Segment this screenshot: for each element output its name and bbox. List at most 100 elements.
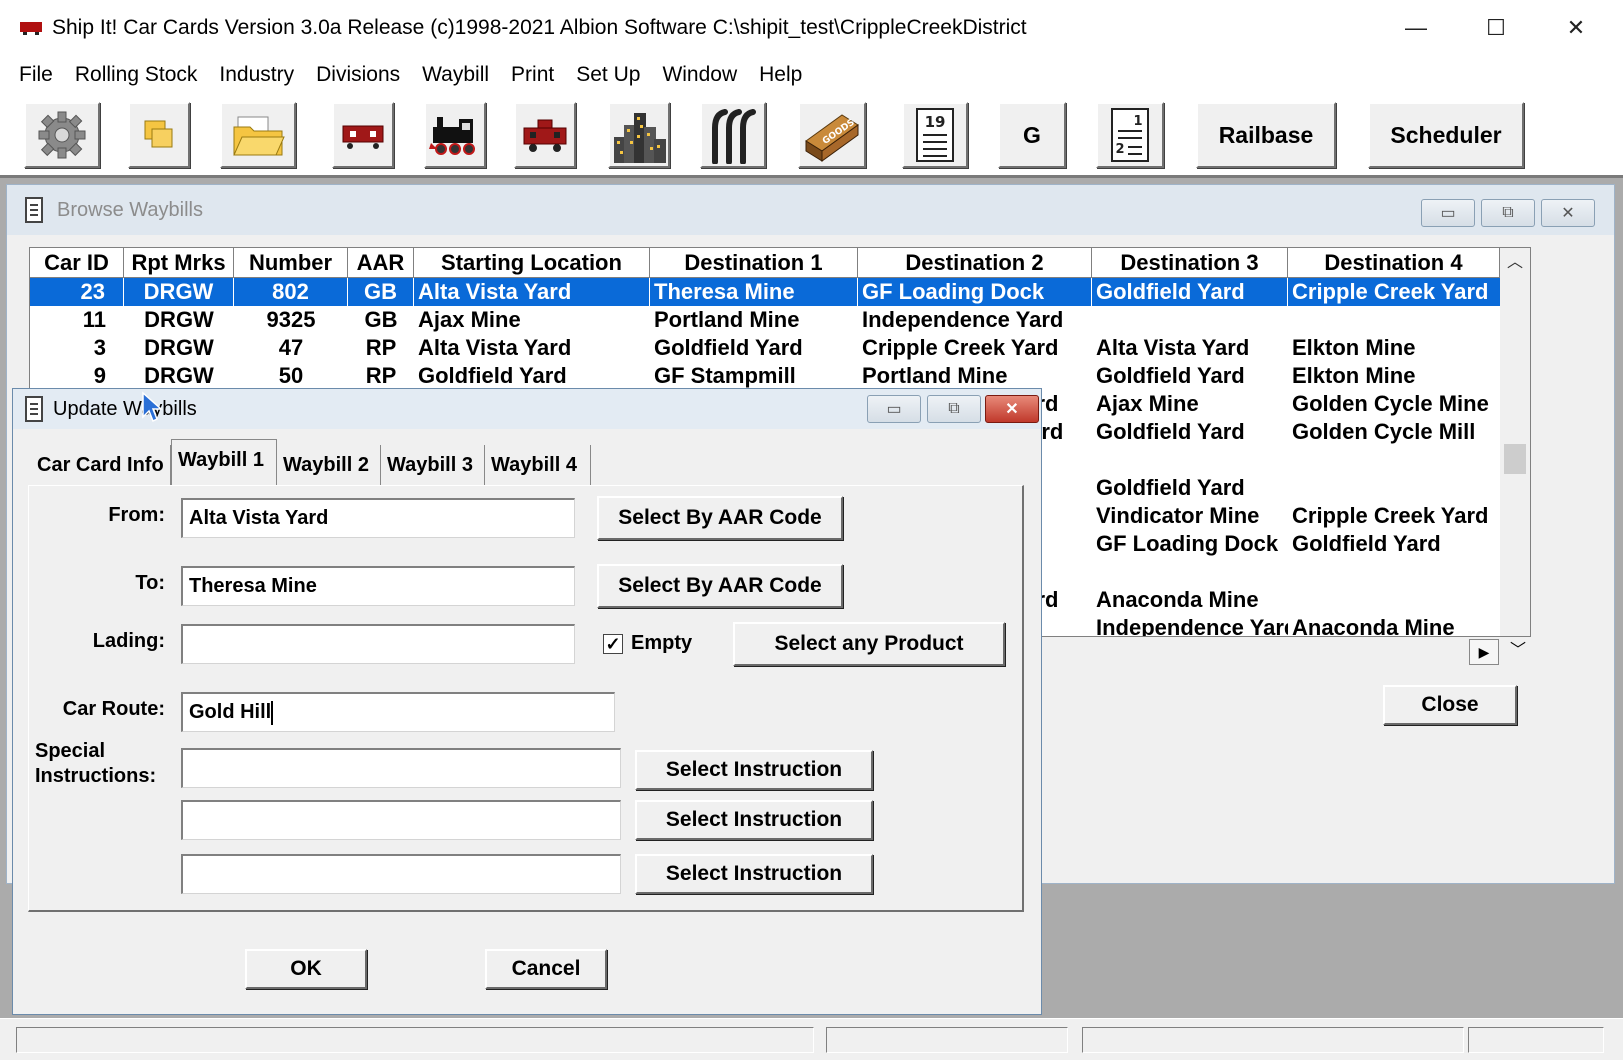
menu-waybill[interactable]: Waybill	[411, 56, 500, 94]
select-instruction-button-2[interactable]: Select Instruction	[635, 800, 873, 840]
car-route-field[interactable]: Gold Hill	[181, 692, 615, 732]
rolling-stock-button[interactable]	[332, 102, 394, 168]
ok-button[interactable]: OK	[245, 949, 367, 989]
minimize-button[interactable]: —	[1376, 0, 1456, 56]
from-field[interactable]: Alta Vista Yard	[181, 498, 575, 538]
table-cell: 9	[93, 363, 106, 388]
browse-minimize-button[interactable]: ▭	[1421, 199, 1475, 227]
tracks-button[interactable]	[700, 102, 766, 168]
g-button[interactable]: G	[998, 102, 1066, 168]
close-window-button[interactable]: ✕	[1536, 0, 1616, 56]
column-header-destination-4[interactable]: Destination 4	[1288, 248, 1500, 278]
table-cell: RP	[365, 363, 397, 388]
table-cell: Goldfield Yard	[1096, 363, 1245, 388]
table-cell: Anaconda Mine	[1292, 615, 1455, 637]
table-cell: RP	[365, 335, 397, 360]
instruction-field-3[interactable]	[181, 854, 621, 894]
calendar-button[interactable]: 19	[902, 102, 968, 168]
browse-close-dialog-button[interactable]: Close	[1383, 685, 1517, 725]
to-field[interactable]: Theresa Mine	[181, 566, 575, 606]
empty-checkbox[interactable]: ✓	[603, 634, 623, 654]
menu-help[interactable]: Help	[748, 56, 813, 94]
g-label: G	[1023, 121, 1041, 148]
column-header-number[interactable]: Number	[234, 248, 348, 278]
doc-number-1: 1	[1133, 114, 1142, 129]
instruction-field-2[interactable]	[181, 800, 621, 840]
column-header-rpt-mrks[interactable]: Rpt Mrks	[124, 248, 234, 278]
table-cell: Portland Mine	[862, 363, 1008, 388]
maximize-button[interactable]: ☐	[1456, 0, 1536, 56]
table-row[interactable]: 9 DRGW 50 RP Goldfield Yard GF Stampmill Portl…	[30, 362, 1500, 390]
update-restore-button[interactable]: ⧉	[927, 395, 981, 423]
column-header-car-id[interactable]: Car ID	[30, 248, 124, 278]
column-header-starting-location[interactable]: Starting Location	[414, 248, 650, 278]
select-instruction-button-3[interactable]: Select Instruction	[635, 854, 873, 894]
browse-waybills-title: Browse Waybills	[57, 198, 203, 221]
scheduler-button[interactable]: Scheduler	[1368, 102, 1524, 168]
menu-print[interactable]: Print	[500, 56, 565, 94]
menu-divisions[interactable]: Divisions	[305, 56, 411, 94]
column-header-destination-1[interactable]: Destination 1	[650, 248, 858, 278]
cabooses-button[interactable]	[514, 102, 576, 168]
text-cursor	[271, 700, 274, 725]
table-cell: Cripple Creek Yard	[862, 335, 1059, 360]
industries-button[interactable]	[608, 102, 670, 168]
scroll-up-icon[interactable]: ︿	[1500, 248, 1530, 278]
tab-waybill-2[interactable]: Waybill 2	[277, 445, 381, 485]
table-cell: 23	[30, 278, 124, 306]
table-row[interactable]: 11 DRGW 9325 GB Ajax Mine Portland Mine Indepe…	[30, 306, 1500, 334]
table-row[interactable]: 3 DRGW 47 RP Alta Vista Yard Goldfield Yard Cr…	[30, 334, 1500, 362]
table-cell	[1288, 586, 1500, 614]
table-cell: Alta Vista Yard	[418, 335, 572, 360]
vertical-scrollbar[interactable]: ︿	[1500, 248, 1530, 636]
browse-close-button[interactable]: ✕	[1541, 199, 1595, 227]
railbase-button[interactable]: Railbase	[1196, 102, 1336, 168]
table-cell: 11	[82, 307, 106, 332]
copy-button[interactable]	[128, 102, 190, 168]
status-panel-1	[16, 1027, 814, 1053]
tab-waybill-1[interactable]: Waybill 1	[171, 439, 277, 485]
update-minimize-button[interactable]: ▭	[867, 395, 921, 423]
menu-file[interactable]: File	[8, 56, 64, 94]
table-cell	[1288, 474, 1500, 502]
settings-button[interactable]	[24, 102, 100, 168]
open-button[interactable]	[220, 102, 296, 168]
from-select-aar-button[interactable]: Select By AAR Code	[597, 496, 843, 540]
to-select-aar-button[interactable]: Select By AAR Code	[597, 564, 843, 608]
tab-waybill-4[interactable]: Waybill 4	[485, 445, 591, 485]
tab-car-card-info[interactable]: Car Card Info	[31, 445, 171, 485]
scroll-down-icon[interactable]: ﹀	[1503, 639, 1533, 665]
select-instruction-button-1[interactable]: Select Instruction	[635, 750, 873, 790]
goods-icon: GOODS	[805, 114, 859, 162]
instruction-field-1[interactable]	[181, 748, 621, 788]
update-close-button[interactable]: ✕	[985, 395, 1039, 423]
table-row-selected[interactable]: 23 DRGW 802 GB Alta Vista Yard Theresa Mine GF…	[30, 278, 1500, 306]
table-cell: DRGW	[144, 335, 214, 360]
column-header-aar[interactable]: AAR	[348, 248, 414, 278]
menu-setup[interactable]: Set Up	[565, 56, 651, 94]
menu-rolling-stock[interactable]: Rolling Stock	[64, 56, 209, 94]
column-header-destination-3[interactable]: Destination 3	[1092, 248, 1288, 278]
browse-restore-button[interactable]: ⧉	[1481, 199, 1535, 227]
table-cell: Ajax Mine	[418, 307, 521, 332]
reports-button[interactable]: 1 2	[1096, 102, 1164, 168]
locomotives-button[interactable]	[424, 102, 486, 168]
car-route-label: Car Route:	[62, 698, 165, 720]
column-header-destination-2[interactable]: Destination 2	[858, 248, 1092, 278]
cancel-button[interactable]: Cancel	[485, 949, 607, 989]
vertical-scroll-thumb[interactable]	[1504, 444, 1526, 474]
table-cell: Elkton Mine	[1292, 363, 1416, 388]
calendar-number: 19	[925, 113, 946, 131]
horizontal-scrollbar[interactable]: ▶ ﹀	[1017, 637, 1553, 667]
lading-field[interactable]	[181, 624, 575, 664]
table-cell: Elkton Mine	[1292, 335, 1416, 360]
products-button[interactable]: GOODS	[798, 102, 866, 168]
menu-industry[interactable]: Industry	[208, 56, 305, 94]
table-cell: Independence Yard	[1096, 615, 1288, 637]
tab-waybill-3[interactable]: Waybill 3	[381, 445, 485, 485]
select-product-button[interactable]: Select any Product	[733, 622, 1005, 666]
table-cell: GF Loading Dock	[1096, 531, 1279, 556]
scroll-right-icon[interactable]: ▶	[1469, 639, 1499, 665]
open-folder-icon	[233, 116, 285, 156]
menu-window[interactable]: Window	[651, 56, 748, 94]
